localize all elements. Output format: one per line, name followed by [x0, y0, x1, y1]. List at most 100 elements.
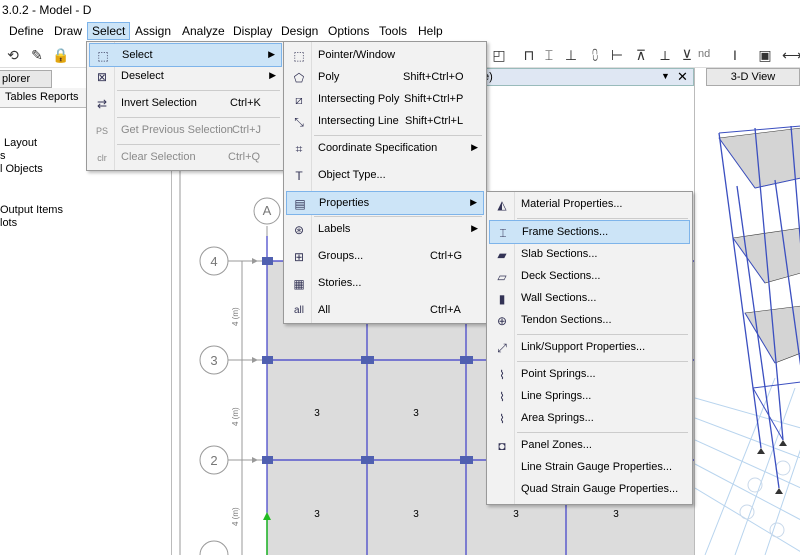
deselect-icon: ⊠ — [96, 70, 108, 84]
link-draw-icon[interactable]: ⟂ — [656, 46, 674, 64]
menu-item-link-support-properties[interactable]: ⤢ Link/Support Properties... — [489, 336, 690, 360]
tab-plan-view[interactable]: e) ▼ ✕ — [476, 68, 694, 86]
area-label: 3 — [314, 509, 320, 520]
area-spring-icon: ⌇ — [499, 412, 505, 426]
menu-item-select[interactable]: ⬚ Select ▶ — [89, 43, 282, 67]
area-label: 3 — [613, 509, 619, 520]
menu-item-intersecting-line[interactable]: ⤡ Intersecting Line Shift+Ctrl+L — [286, 110, 484, 134]
close-icon[interactable]: ✕ — [677, 69, 688, 85]
menu-draw[interactable]: Draw — [50, 23, 86, 41]
chevron-right-icon: ▶ — [471, 223, 478, 233]
menu-item-frame-sections[interactable]: ⌶ Frame Sections... — [489, 220, 690, 244]
menu-item-invert-selection[interactable]: ⇄ Invert Selection Ctrl+K — [89, 92, 282, 116]
refresh-icon[interactable]: ⟲ — [4, 46, 22, 64]
menu-item-panel-zones[interactable]: ◘ Panel Zones... — [489, 434, 690, 458]
area-label: 3 — [314, 408, 320, 419]
menu-separator — [314, 216, 482, 217]
menu-options[interactable]: Options — [324, 23, 373, 41]
intersecting-line-icon: ⤡ — [294, 115, 304, 129]
menu-item-object-type[interactable]: T Object Type... — [286, 164, 484, 188]
menu-item-quad-strain-gauge-properties[interactable]: Quad Strain Gauge Properties... — [489, 478, 690, 502]
tab-model-explorer[interactable]: plorer — [0, 70, 52, 88]
material-icon: ◭ — [497, 198, 507, 212]
menu-define[interactable]: Define — [5, 23, 48, 41]
box-icon[interactable]: ▣ — [756, 46, 774, 64]
grid-bubble-4: 4 — [210, 254, 217, 269]
menu-item-point-springs[interactable]: ⌇ Point Springs... — [489, 363, 690, 387]
menu-separator — [314, 135, 482, 136]
menu-separator — [517, 334, 688, 335]
support-draw-icon[interactable]: ⊼ — [632, 46, 650, 64]
menu-item-material-properties[interactable]: ◭ Material Properties... — [489, 193, 690, 217]
menu-item-properties[interactable]: ▤ Properties ▶ — [286, 191, 484, 215]
menu-analyze[interactable]: Analyze — [178, 23, 229, 41]
menu-item-deselect[interactable]: ⊠ Deselect ▶ — [89, 65, 282, 89]
menu-item-groups[interactable]: ⊞ Groups... Ctrl+G — [286, 245, 484, 269]
dimension-icon[interactable]: ⟷ — [782, 46, 800, 64]
tab-reports[interactable]: Reports — [40, 91, 79, 103]
wall-draw-icon[interactable]: ⊢ — [608, 46, 626, 64]
grid-bubble-2: 2 — [210, 453, 217, 468]
tab-tables[interactable]: Tables — [5, 91, 37, 103]
frame-section-icon: ⌶ — [499, 226, 507, 240]
3d-view[interactable] — [694, 68, 800, 555]
menu-separator — [117, 90, 280, 91]
tree-item-layout[interactable]: Layout — [4, 137, 37, 149]
menu-item-area-springs[interactable]: ⌇ Area Springs... — [489, 407, 690, 431]
menu-item-wall-sections[interactable]: ▮ Wall Sections... — [489, 287, 690, 311]
dimension-label: 4 (m) — [231, 507, 240, 526]
chevron-right-icon: ▶ — [471, 142, 478, 152]
menu-item-stories[interactable]: ▦ Stories... — [286, 272, 484, 296]
menu-assign[interactable]: Assign — [131, 23, 175, 41]
menu-item-pointer-window[interactable]: ⬚ Pointer/Window — [286, 44, 484, 68]
chevron-down-icon[interactable]: ▼ — [661, 71, 670, 81]
menu-item-line-strain-gauge-properties[interactable]: Line Strain Gauge Properties... — [489, 456, 690, 480]
point-spring-icon: ⌇ — [499, 368, 505, 382]
menu-item-intersecting-poly[interactable]: ⧄ Intersecting Poly Shift+Ctrl+P — [286, 88, 484, 112]
groups-icon: ⊞ — [293, 250, 305, 264]
poly-icon: ⬠ — [293, 71, 305, 85]
brace-draw-icon[interactable]: ⩇ — [586, 46, 604, 64]
select-menu: ⬚ Select ▶ ⊠ Deselect ▶ ⇄ Invert Selecti… — [86, 41, 285, 171]
tree-item-plots[interactable]: lots — [0, 217, 17, 229]
menu-tools[interactable]: Tools — [375, 23, 411, 41]
menu-select[interactable]: Select — [87, 22, 131, 40]
menu-help[interactable]: Help — [414, 23, 447, 41]
frame-draw-icon[interactable]: ⊓ — [520, 46, 538, 64]
clear-selection-icon: clr — [97, 153, 107, 163]
pencil-icon[interactable]: ✎ — [28, 46, 46, 64]
line-spring-icon: ⌇ — [499, 390, 505, 404]
column-draw-icon[interactable]: ⌶ — [540, 46, 558, 64]
menu-item-label: All — [318, 304, 331, 316]
menu-item-label: Material Properties... — [521, 198, 623, 210]
menu-item-slab-sections[interactable]: ▰ Slab Sections... — [489, 243, 690, 267]
slab-section-icon: ▰ — [497, 248, 507, 262]
menu-item-deck-sections[interactable]: ▱ Deck Sections... — [489, 265, 690, 289]
menu-item-tendon-sections[interactable]: ⊕ Tendon Sections... — [489, 309, 690, 333]
view-icon[interactable]: ◰ — [490, 46, 508, 64]
area-label: 3 — [513, 509, 519, 520]
window-title: 3.0.2 - Model - D — [2, 3, 92, 17]
menu-item-label: Clear Selection — [121, 151, 196, 163]
menu-item-clear-selection[interactable]: clr Clear Selection Ctrl+Q — [89, 146, 282, 170]
menu-item-line-springs[interactable]: ⌇ Line Springs... — [489, 385, 690, 409]
menu-display[interactable]: Display — [229, 23, 276, 41]
menu-item-all[interactable]: all All Ctrl+A — [286, 299, 484, 323]
menu-item-poly[interactable]: ⬠ Poly Shift+Ctrl+O — [286, 66, 484, 90]
text-cursor-icon[interactable]: I — [726, 46, 744, 64]
tree-item-objects[interactable]: l Objects — [0, 163, 43, 175]
spring-draw-icon[interactable]: ⊻ — [678, 46, 696, 64]
menu-item-label: Intersecting Line — [318, 115, 399, 127]
tab-3d-view[interactable]: 3-D View — [706, 68, 800, 86]
menu-item-coordinate-specification[interactable]: ⌗ Coordinate Specification ▶ — [286, 137, 484, 161]
menu-item-get-previous-selection[interactable]: PS Get Previous Selection Ctrl+J — [89, 119, 282, 143]
tree-item-output-items[interactable]: Output Items — [0, 204, 63, 216]
tree-item-s[interactable]: s — [0, 150, 6, 162]
chevron-right-icon: ▶ — [470, 197, 477, 207]
menu-item-label: Area Springs... — [521, 412, 594, 424]
menu-design[interactable]: Design — [277, 23, 322, 41]
lock-icon[interactable]: 🔒 — [52, 46, 70, 64]
tendon-section-icon: ⊕ — [496, 314, 508, 328]
beam-draw-icon[interactable]: ⊥ — [562, 46, 580, 64]
menu-item-labels[interactable]: ⊛ Labels ▶ — [286, 218, 484, 242]
